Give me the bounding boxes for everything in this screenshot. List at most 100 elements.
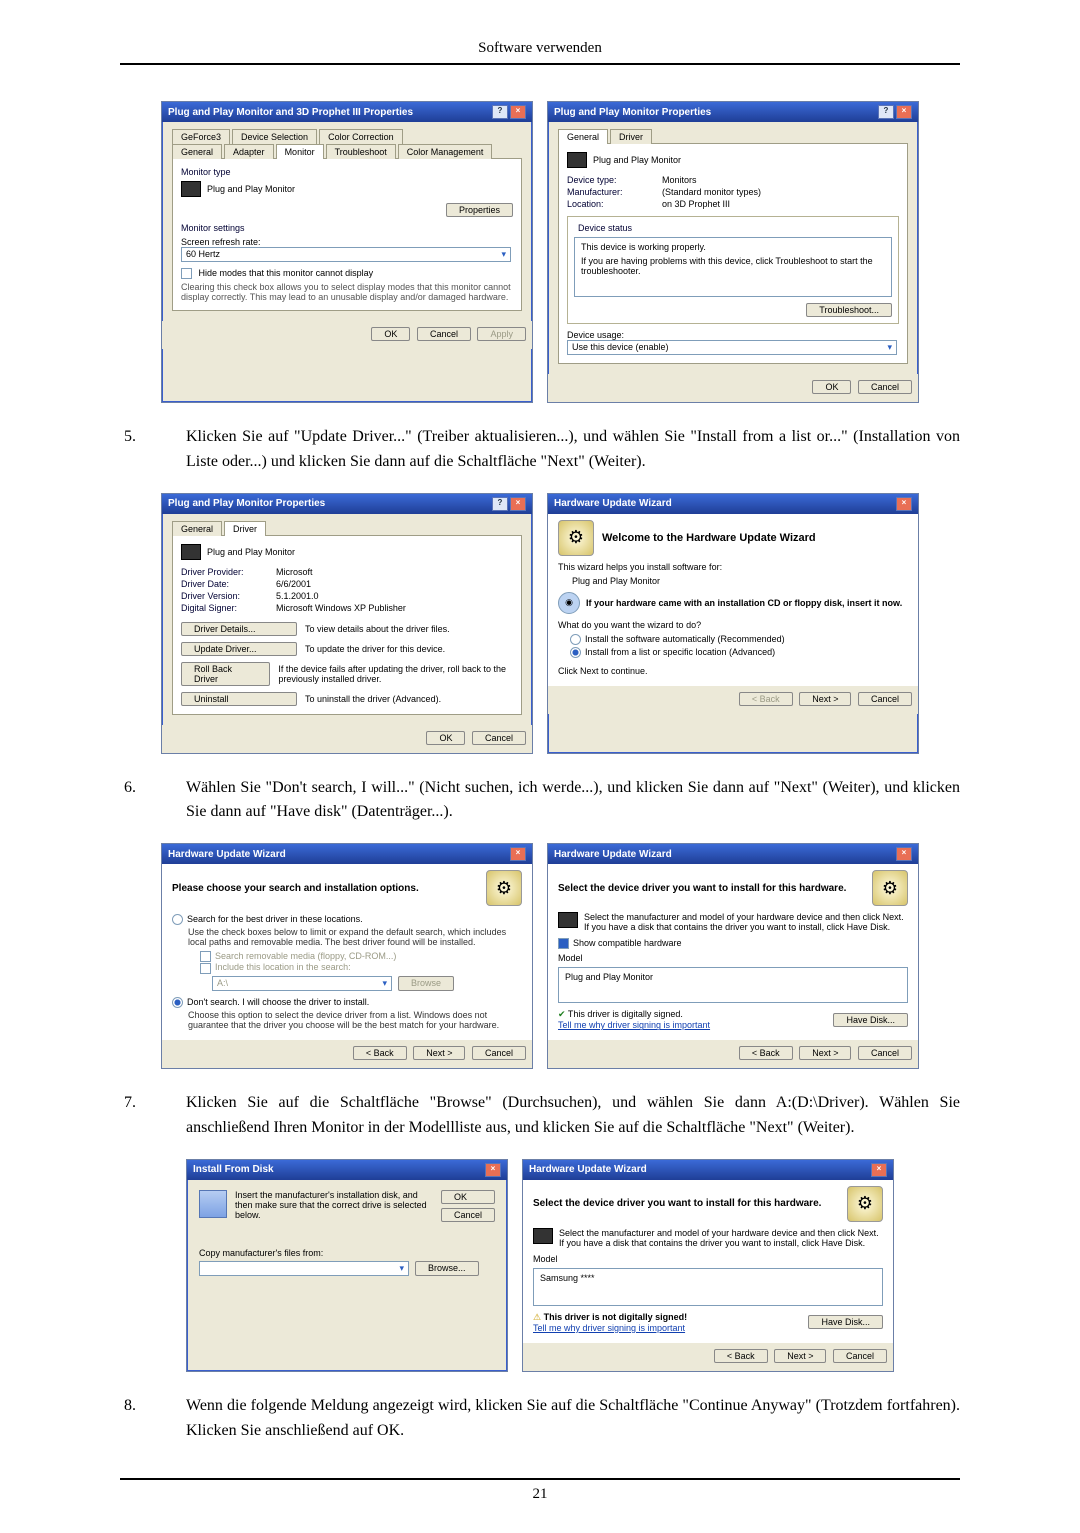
- show-compatible-label: Show compatible hardware: [573, 938, 682, 948]
- ok-button[interactable]: OK: [371, 327, 410, 341]
- dlg-monitor-3dprophet: Plug and Play Monitor and 3D Prophet III…: [161, 101, 533, 403]
- digital-signer: Microsoft Windows XP Publisher: [276, 603, 406, 613]
- page-header: Software verwenden: [120, 40, 960, 65]
- driver-details-desc: To view details about the driver files.: [305, 624, 450, 634]
- dlg-monitor-properties-general: Plug and Play Monitor Properties ? × Gen…: [547, 101, 919, 403]
- close-icon[interactable]: ×: [896, 497, 912, 511]
- tab-driver[interactable]: Driver: [610, 129, 652, 144]
- device-status-label: Device status: [574, 223, 636, 233]
- cancel-button[interactable]: Cancel: [858, 1046, 912, 1060]
- have-disk-button[interactable]: Have Disk...: [808, 1315, 883, 1329]
- tab-troubleshoot[interactable]: Troubleshoot: [326, 144, 396, 159]
- dlg-title: Plug and Play Monitor Properties: [168, 498, 325, 509]
- tab-general[interactable]: General: [172, 521, 222, 536]
- update-driver-button[interactable]: Update Driver...: [181, 642, 297, 656]
- model-value[interactable]: Plug and Play Monitor: [565, 972, 653, 982]
- close-icon[interactable]: ×: [871, 1163, 887, 1177]
- opt-search-radio[interactable]: [172, 914, 183, 925]
- next-button[interactable]: Next >: [413, 1046, 465, 1060]
- close-icon[interactable]: ×: [896, 847, 912, 861]
- help-icon[interactable]: ?: [492, 105, 508, 119]
- model-value[interactable]: Samsung ****: [540, 1273, 595, 1283]
- rollback-driver-button[interactable]: Roll Back Driver: [181, 662, 270, 686]
- tab-monitor[interactable]: Monitor: [276, 144, 324, 159]
- tab-general[interactable]: General: [172, 144, 222, 159]
- chk-removable: [200, 951, 211, 962]
- cd-icon: ◉: [558, 592, 580, 614]
- tab-color-correction[interactable]: Color Correction: [319, 129, 403, 144]
- close-icon[interactable]: ×: [510, 105, 526, 119]
- next-button[interactable]: Next >: [799, 692, 851, 706]
- browse-button[interactable]: Browse...: [415, 1261, 479, 1276]
- ok-button[interactable]: OK: [441, 1190, 495, 1204]
- signed-label: This driver is digitally signed.: [568, 1009, 683, 1019]
- model-label: Model: [533, 1254, 883, 1264]
- opt-search-label: Search for the best driver in these loca…: [187, 914, 363, 924]
- have-disk-button[interactable]: Have Disk...: [833, 1013, 908, 1027]
- tab-device-selection[interactable]: Device Selection: [232, 129, 317, 144]
- wizard-line1: This wizard helps you install software f…: [558, 562, 908, 572]
- troubleshoot-button[interactable]: Troubleshoot...: [806, 303, 892, 317]
- device-name: Plug and Play Monitor: [593, 155, 681, 165]
- copy-from-input[interactable]: [199, 1261, 409, 1276]
- next-button[interactable]: Next >: [774, 1349, 826, 1363]
- hide-modes-checkbox[interactable]: [181, 268, 192, 279]
- back-button[interactable]: < Back: [739, 1046, 793, 1060]
- wizard-device: Plug and Play Monitor: [572, 576, 908, 586]
- properties-button[interactable]: Properties: [446, 203, 513, 217]
- manufacturer-value: (Standard monitor types): [662, 187, 761, 197]
- signing-link[interactable]: Tell me why driver signing is important: [533, 1323, 685, 1333]
- tab-driver[interactable]: Driver: [224, 521, 266, 536]
- signing-link[interactable]: Tell me why driver signing is important: [558, 1020, 710, 1030]
- dlg-title: Hardware Update Wizard: [554, 498, 672, 509]
- wizard-icon: ⚙: [872, 870, 908, 906]
- show-compatible-checkbox[interactable]: [558, 938, 569, 949]
- uninstall-button[interactable]: Uninstall: [181, 692, 297, 706]
- ok-button[interactable]: OK: [812, 380, 851, 394]
- tab-geforce3[interactable]: GeForce3: [172, 129, 230, 144]
- tab-color-management[interactable]: Color Management: [398, 144, 493, 159]
- help-icon[interactable]: ?: [878, 105, 894, 119]
- wizard-heading: Select the device driver you want to ins…: [533, 1198, 821, 1209]
- refresh-rate-select[interactable]: 60 Hertz: [181, 247, 511, 262]
- opt-list-radio[interactable]: [570, 647, 581, 658]
- hide-modes-desc: Clearing this check box allows you to se…: [181, 282, 513, 302]
- opt-auto-radio[interactable]: [570, 634, 581, 645]
- not-signed-label: This driver is not digitally signed!: [544, 1312, 688, 1322]
- cancel-button[interactable]: Cancel: [441, 1208, 495, 1222]
- back-button[interactable]: < Back: [714, 1349, 768, 1363]
- opt-dont-search-radio[interactable]: [172, 997, 183, 1008]
- cancel-button[interactable]: Cancel: [833, 1349, 887, 1363]
- monitor-type-value: Plug and Play Monitor: [207, 184, 295, 194]
- close-icon[interactable]: ×: [485, 1163, 501, 1177]
- tab-general[interactable]: General: [558, 129, 608, 144]
- driver-date: 6/6/2001: [276, 579, 311, 589]
- next-button[interactable]: Next >: [799, 1046, 851, 1060]
- opt-dont-search-desc: Choose this option to select the device …: [188, 1010, 522, 1030]
- dlg-wizard-welcome: Hardware Update Wizard × ⚙ Welcome to th…: [547, 493, 919, 754]
- close-icon[interactable]: ×: [510, 497, 526, 511]
- cancel-button[interactable]: Cancel: [472, 1046, 526, 1060]
- cancel-button[interactable]: Cancel: [858, 380, 912, 394]
- close-icon[interactable]: ×: [896, 105, 912, 119]
- device-usage-select[interactable]: Use this device (enable): [567, 340, 897, 355]
- back-button[interactable]: < Back: [353, 1046, 407, 1060]
- cancel-button[interactable]: Cancel: [858, 692, 912, 706]
- chk-removable-label: Search removable media (floppy, CD-ROM..…: [215, 951, 396, 961]
- cancel-button[interactable]: Cancel: [472, 731, 526, 745]
- monitor-icon: [567, 152, 587, 168]
- help-icon[interactable]: ?: [492, 497, 508, 511]
- wizard-heading: Please choose your search and installati…: [172, 883, 419, 894]
- device-status-text: This device is working properly.: [581, 242, 885, 252]
- cancel-button[interactable]: Cancel: [417, 327, 471, 341]
- device-usage-label: Device usage:: [567, 330, 899, 340]
- dlg-title: Hardware Update Wizard: [168, 849, 286, 860]
- model-label: Model: [558, 953, 908, 963]
- install-disk-desc: Insert the manufacturer's installation d…: [235, 1190, 433, 1222]
- close-icon[interactable]: ×: [510, 847, 526, 861]
- driver-details-button[interactable]: Driver Details...: [181, 622, 297, 636]
- tab-adapter[interactable]: Adapter: [224, 144, 274, 159]
- copy-from-label: Copy manufacturer's files from:: [199, 1248, 495, 1258]
- ok-button[interactable]: OK: [426, 731, 465, 745]
- location-value: on 3D Prophet III: [662, 199, 730, 209]
